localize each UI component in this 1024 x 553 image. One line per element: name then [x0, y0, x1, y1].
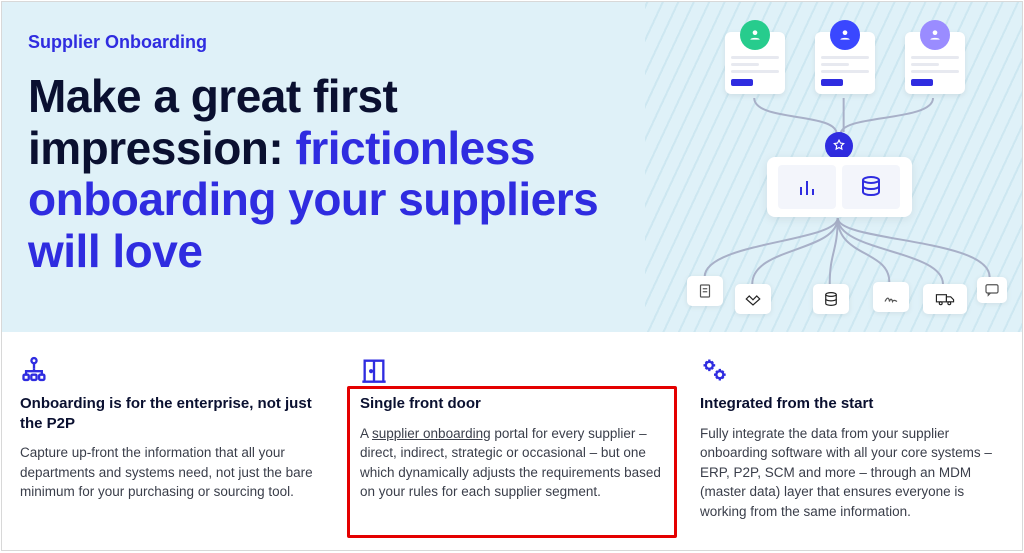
hero-text: Supplier Onboarding Make a great first i… — [2, 2, 645, 332]
avatar-icon — [830, 20, 860, 50]
door-icon — [360, 348, 664, 384]
database-icon — [842, 165, 900, 209]
supplier-card-1 — [725, 32, 785, 94]
supplier-card-3 — [905, 32, 965, 94]
feature-integrated: Integrated from the start Fully integrat… — [682, 332, 1022, 550]
org-tree-icon — [20, 348, 324, 384]
feature-title: Single front door — [360, 394, 664, 414]
hub-node-icon — [825, 132, 853, 160]
page: Supplier Onboarding Make a great first i… — [1, 1, 1023, 551]
feature-body: Fully integrate the data from your suppl… — [700, 424, 1004, 522]
chat-icon — [977, 277, 1007, 303]
features-row: Onboarding is for the enterprise, not ju… — [2, 332, 1022, 550]
hero-headline: Make a great first impression: frictionl… — [28, 71, 625, 277]
illustration-layer — [645, 2, 1022, 332]
truck-icon — [923, 284, 967, 314]
doc-icon — [687, 276, 723, 306]
hero-illustration — [645, 2, 1022, 332]
eyebrow-label: Supplier Onboarding — [28, 32, 625, 53]
database-small-icon — [813, 284, 849, 314]
hero-section: Supplier Onboarding Make a great first i… — [2, 2, 1022, 332]
avatar-icon — [920, 20, 950, 50]
signature-icon — [873, 282, 909, 312]
feature-single-door: Single front door A supplier onboarding … — [342, 332, 682, 550]
feature-title: Onboarding is for the enterprise, not ju… — [20, 394, 324, 433]
feature-title: Integrated from the start — [700, 394, 1004, 414]
feature-enterprise: Onboarding is for the enterprise, not ju… — [2, 332, 342, 550]
feature-body: A supplier onboarding portal for every s… — [360, 424, 664, 502]
feature-body: Capture up-front the information that al… — [20, 443, 324, 502]
avatar-icon — [740, 20, 770, 50]
handshake-icon — [735, 284, 771, 314]
supplier-card-2 — [815, 32, 875, 94]
gears-icon — [700, 348, 1004, 384]
dashboard-card — [767, 157, 912, 217]
bar-chart-icon — [778, 165, 836, 209]
supplier-onboarding-link[interactable]: supplier onboarding — [372, 426, 491, 441]
